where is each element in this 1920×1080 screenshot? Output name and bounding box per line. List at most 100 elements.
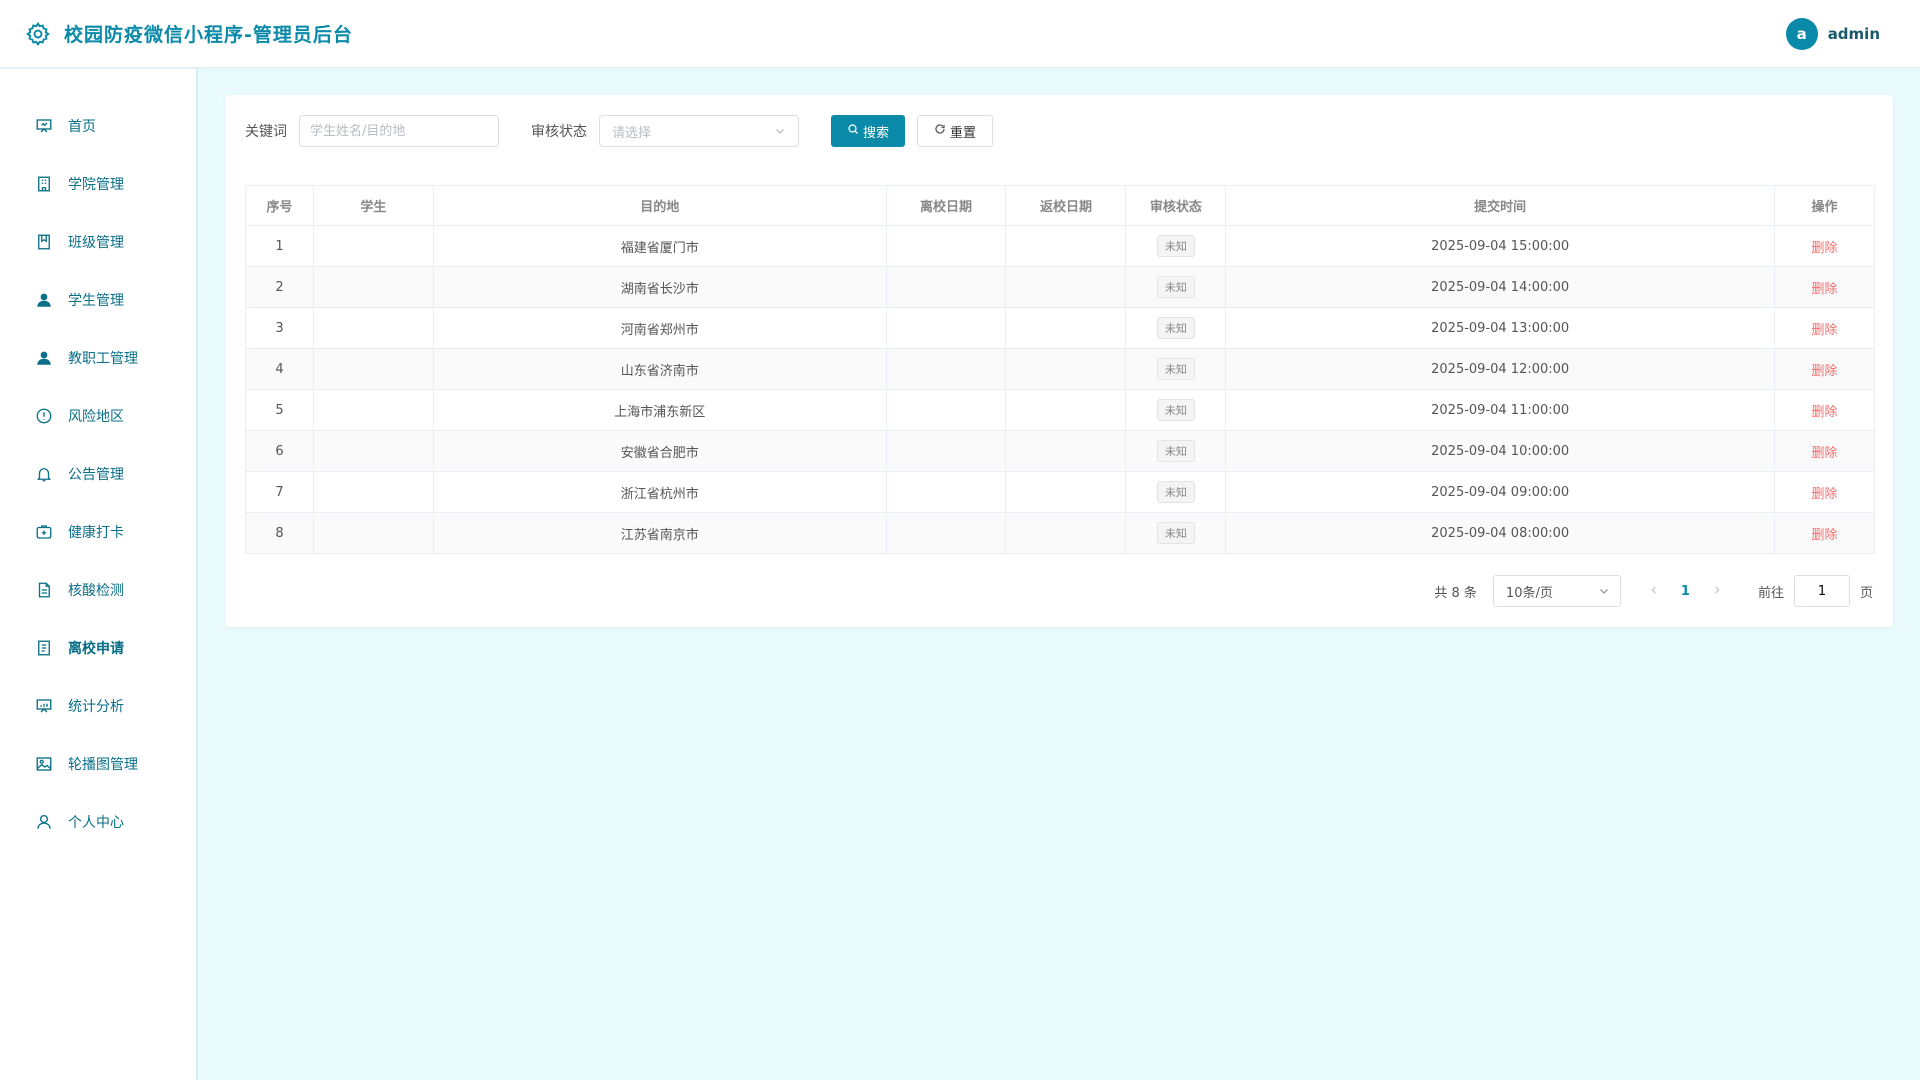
content-card: 关键词 审核状态 请选择 搜索 重置 序号 xyxy=(225,95,1893,627)
sidebar-item-profile[interactable]: 个人中心 xyxy=(0,793,196,851)
search-button[interactable]: 搜索 xyxy=(831,115,906,147)
column-header-actions: 操作 xyxy=(1774,185,1875,226)
cell-destination: 上海市浦东新区 xyxy=(432,389,887,431)
cell-actions: 删除 xyxy=(1774,348,1875,390)
building-icon xyxy=(34,174,54,194)
cell-status: 未知 xyxy=(1125,225,1227,267)
cell-actions: 删除 xyxy=(1774,266,1875,308)
cell-destination: 江苏省南京市 xyxy=(432,512,887,554)
page-size-select[interactable]: 10条/页 xyxy=(1492,575,1621,607)
status-badge: 未知 xyxy=(1156,522,1195,544)
cell-return-date xyxy=(1005,512,1127,554)
sidebar-item-label: 核酸检测 xyxy=(68,583,124,599)
first-aid-icon xyxy=(34,522,54,542)
sidebar-item-leave-application[interactable]: 离校申请 xyxy=(0,619,196,677)
warning-circle-icon xyxy=(34,406,54,426)
status-select[interactable]: 请选择 xyxy=(599,115,799,147)
sidebar-item-classes[interactable]: 班级管理 xyxy=(0,213,196,271)
sidebar-item-students[interactable]: 学生管理 xyxy=(0,271,196,329)
table-header-row: 序号 学生 目的地 离校日期 返校日期 审核状态 提交时间 操作 xyxy=(245,185,1875,226)
cell-actions: 删除 xyxy=(1774,225,1875,267)
cell-no: 1 xyxy=(245,225,314,267)
cell-submit-time: 2025-09-04 08:00:00 xyxy=(1225,512,1775,554)
delete-link[interactable]: 删除 xyxy=(1811,528,1837,543)
page-suffix: 页 xyxy=(1859,585,1873,601)
sidebar-item-statistics[interactable]: 统计分析 xyxy=(0,677,196,735)
cell-status: 未知 xyxy=(1125,430,1227,472)
sidebar-item-announcements[interactable]: 公告管理 xyxy=(0,445,196,503)
prev-page-icon[interactable] xyxy=(1647,584,1661,599)
cell-actions: 删除 xyxy=(1774,512,1875,554)
reset-button[interactable]: 重置 xyxy=(917,115,994,147)
cell-student xyxy=(312,389,434,431)
status-select-placeholder: 请选择 xyxy=(612,125,652,141)
sidebar-item-label: 风险地区 xyxy=(68,409,124,425)
cell-no: 4 xyxy=(245,348,314,390)
delete-link[interactable]: 删除 xyxy=(1811,405,1837,420)
cell-return-date xyxy=(1005,225,1127,267)
sidebar-item-label: 个人中心 xyxy=(68,815,124,831)
delete-link[interactable]: 删除 xyxy=(1811,364,1837,379)
user-outline-icon xyxy=(34,812,54,832)
column-header-status: 审核状态 xyxy=(1125,185,1227,226)
goto-page-input[interactable] xyxy=(1793,575,1850,607)
sidebar-item-label: 离校申请 xyxy=(68,641,124,657)
sidebar-item-label: 首页 xyxy=(68,119,96,135)
sidebar-item-risk-areas[interactable]: 风险地区 xyxy=(0,387,196,445)
delete-link[interactable]: 删除 xyxy=(1811,241,1837,256)
cell-return-date xyxy=(1005,389,1127,431)
cell-no: 6 xyxy=(245,430,314,472)
cell-submit-time: 2025-09-04 11:00:00 xyxy=(1225,389,1775,431)
cell-destination: 安徽省合肥市 xyxy=(432,430,887,472)
cell-actions: 删除 xyxy=(1774,430,1875,472)
cell-status: 未知 xyxy=(1125,471,1227,513)
column-header-student: 学生 xyxy=(312,185,434,226)
cell-return-date xyxy=(1005,430,1127,472)
user-menu[interactable]: a admin xyxy=(1785,18,1880,50)
cell-leave-date xyxy=(885,225,1007,267)
cell-no: 5 xyxy=(245,389,314,431)
sidebar-item-staff[interactable]: 教职工管理 xyxy=(0,329,196,387)
sidebar-item-home[interactable]: 首页 xyxy=(0,97,196,155)
page-number-current[interactable]: 1 xyxy=(1681,584,1690,599)
avatar[interactable]: a xyxy=(1785,18,1818,50)
status-badge: 未知 xyxy=(1156,399,1195,421)
cell-status: 未知 xyxy=(1125,348,1227,390)
cell-student xyxy=(312,266,434,308)
sidebar-item-label: 学生管理 xyxy=(68,293,124,309)
sidebar-item-nucleic-test[interactable]: 核酸检测 xyxy=(0,561,196,619)
cell-actions: 删除 xyxy=(1774,389,1875,431)
table-row: 2 湖南省长沙市 未知 2025-09-04 14:00:00 删除 xyxy=(245,266,1875,308)
status-badge: 未知 xyxy=(1156,358,1195,380)
table-row: 3 河南省郑州市 未知 2025-09-04 13:00:00 删除 xyxy=(245,307,1875,349)
table-row: 5 上海市浦东新区 未知 2025-09-04 11:00:00 删除 xyxy=(245,389,1875,431)
table-row: 6 安徽省合肥市 未知 2025-09-04 10:00:00 删除 xyxy=(245,430,1875,472)
column-header-no: 序号 xyxy=(245,185,314,226)
cell-actions: 删除 xyxy=(1774,307,1875,349)
delete-link[interactable]: 删除 xyxy=(1811,487,1837,502)
cell-leave-date xyxy=(885,430,1007,472)
sidebar-item-colleges[interactable]: 学院管理 xyxy=(0,155,196,213)
cell-leave-date xyxy=(885,348,1007,390)
sidebar-item-carousel[interactable]: 轮播图管理 xyxy=(0,735,196,793)
table-row: 7 浙江省杭州市 未知 2025-09-04 09:00:00 删除 xyxy=(245,471,1875,513)
username[interactable]: admin xyxy=(1828,25,1880,43)
user-filled-icon xyxy=(34,290,54,310)
cell-return-date xyxy=(1005,307,1127,349)
cell-student xyxy=(312,471,434,513)
chevron-down-icon xyxy=(774,125,786,141)
column-header-submit-time: 提交时间 xyxy=(1225,185,1775,226)
keyword-input[interactable] xyxy=(299,115,499,147)
next-page-icon[interactable] xyxy=(1710,584,1724,599)
delete-link[interactable]: 删除 xyxy=(1811,446,1837,461)
cell-student xyxy=(312,348,434,390)
cell-leave-date xyxy=(885,389,1007,431)
delete-link[interactable]: 删除 xyxy=(1811,282,1837,297)
sidebar-item-health-checkin[interactable]: 健康打卡 xyxy=(0,503,196,561)
page-size-value: 10条/页 xyxy=(1505,585,1553,601)
cell-submit-time: 2025-09-04 10:00:00 xyxy=(1225,430,1775,472)
delete-link[interactable]: 删除 xyxy=(1811,323,1837,338)
gear-icon[interactable] xyxy=(24,20,52,48)
cell-student xyxy=(312,512,434,554)
document-icon xyxy=(34,580,54,600)
